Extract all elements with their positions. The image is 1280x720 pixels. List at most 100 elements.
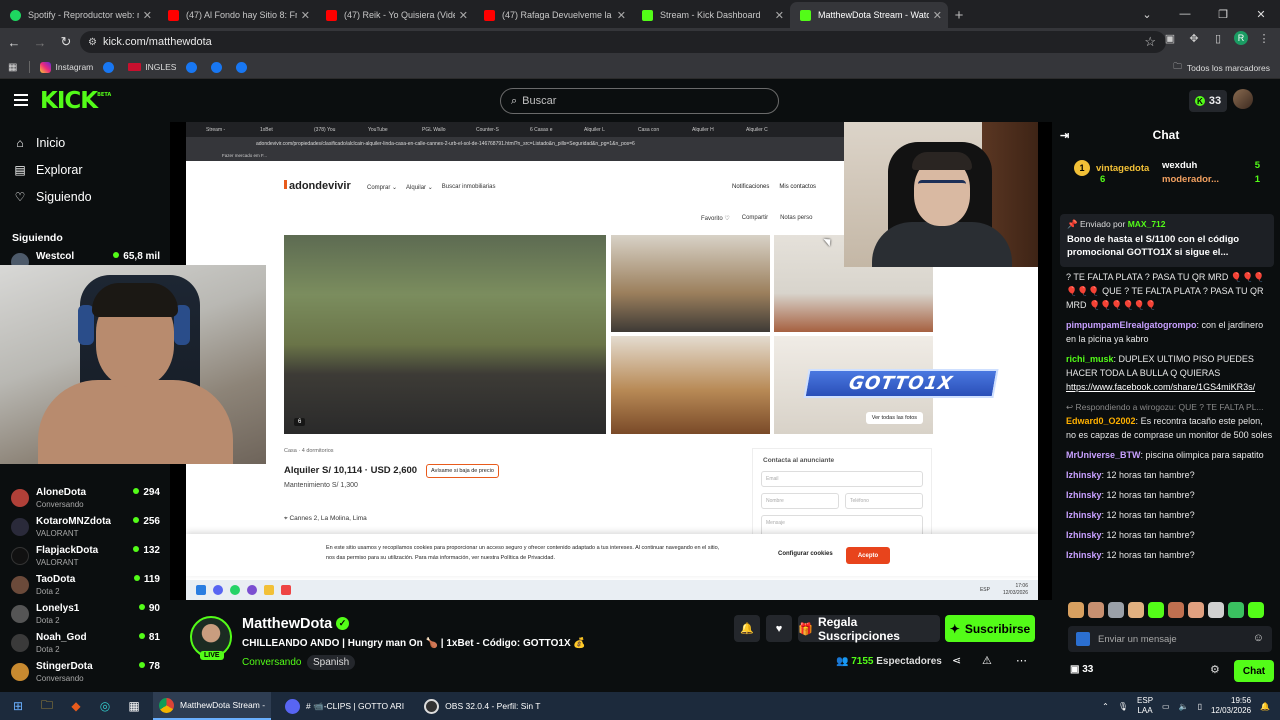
battery-icon[interactable]: ▯ (1198, 702, 1202, 711)
bookmark-star-icon[interactable]: ☆ (1144, 34, 1156, 50)
language-indicator[interactable]: ESP LAA (1137, 696, 1153, 716)
bookmark-facebook[interactable] (211, 61, 226, 73)
forward-icon[interactable]: → (28, 30, 52, 54)
emote-icon[interactable] (1188, 602, 1204, 618)
more-icon[interactable]: ⋯ (1016, 654, 1027, 667)
chat-input[interactable]: Enviar un mensaje ☺ (1068, 626, 1272, 652)
followed-channel[interactable]: TaoDota Dota 2 119 (8, 573, 160, 602)
bookmark-facebook[interactable] (103, 61, 118, 73)
sidebar-item-inicio[interactable]: ⌂ Inicio (0, 129, 170, 156)
browser-tab-active[interactable]: MatthewDota Stream - Watch L✕ (790, 2, 948, 28)
maximize-icon[interactable]: ❐ (1204, 0, 1242, 28)
followed-channel[interactable]: KotaroMNZdota VALORANT 256 (8, 515, 160, 544)
reload-icon[interactable]: ↻ (54, 30, 78, 54)
chevron-up-icon[interactable]: ⌃ (1102, 702, 1109, 711)
channel-points[interactable]: ▣ 33 (1070, 664, 1093, 675)
back-icon[interactable]: ← (2, 30, 26, 54)
emote-icon[interactable] (1168, 602, 1184, 618)
top-gifter[interactable]: wexduh 5 (1162, 160, 1268, 171)
streamer-name[interactable]: MatthewDota (242, 616, 332, 632)
browser-tab[interactable]: (47) Rafaga Devuelveme la Vida✕ (474, 2, 632, 28)
minimize-icon[interactable]: — (1166, 0, 1204, 28)
all-bookmarks[interactable]: 🗀 Todos los marcadores (1173, 61, 1270, 75)
emote-icon[interactable] (1128, 602, 1144, 618)
close-tab-icon[interactable]: ✕ (775, 9, 784, 22)
kick-logo[interactable]: KICKBETA (40, 88, 111, 114)
close-tab-icon[interactable]: ✕ (617, 9, 626, 22)
close-tab-icon[interactable]: ✕ (933, 9, 942, 22)
emote-icon[interactable] (1208, 602, 1224, 618)
chat-link[interactable]: https://www.facebook.com/share/1GS4miKR3… (1066, 382, 1255, 392)
video-player[interactable]: Stream - 1xBet (378) You YouTube PGL Wal… (170, 122, 1052, 600)
notification-bell-icon[interactable]: 🔔 (734, 615, 760, 642)
emote-icon[interactable] (1108, 602, 1124, 618)
emote-icon[interactable] (1228, 602, 1244, 618)
app-icon[interactable]: ◆ (65, 695, 87, 717)
follow-heart-icon[interactable]: ♥ (766, 615, 792, 642)
followed-channel[interactable]: Noah_God Dota 2 81 (8, 631, 160, 660)
browser-tab[interactable]: (47) Al Fondo hay Sitio 8: Franc✕ (158, 2, 316, 28)
report-icon[interactable]: ⚠ (982, 654, 992, 667)
top-gifter[interactable]: moderador... 1 (1162, 174, 1268, 185)
bookmark-instagram[interactable]: Instagram (40, 61, 93, 73)
collapse-chat-icon[interactable]: ⇥ (1060, 129, 1069, 142)
user-avatar[interactable] (1233, 89, 1253, 109)
site-info-icon[interactable]: ⚙ (88, 37, 97, 48)
followed-channel[interactable]: Lonelys1 Dota 2 90 (8, 602, 160, 631)
emoji-picker-icon[interactable]: ☺ (1253, 632, 1264, 644)
profile-avatar[interactable]: R (1234, 31, 1248, 45)
emote-icon[interactable] (1088, 602, 1104, 618)
menu-dots-icon[interactable]: ⋮ (1256, 30, 1272, 46)
chevron-down-icon[interactable]: ⌄ (1128, 0, 1166, 28)
apps-grid-icon[interactable]: ▦ (8, 62, 17, 73)
taskbar-chrome-app[interactable]: MatthewDota Stream - (153, 692, 272, 720)
followed-channel[interactable]: FlapjackDota VALORANT 132 (8, 544, 160, 573)
gear-icon[interactable]: ⚙ (1210, 663, 1220, 676)
windows-start-icon[interactable]: ⊞ (7, 695, 29, 717)
bookmark-facebook[interactable] (186, 61, 201, 73)
media-icon[interactable]: ▣ (1162, 30, 1178, 46)
stream-category[interactable]: Conversando (242, 657, 301, 668)
emote-icon[interactable] (1148, 602, 1164, 618)
taskbar-discord-app[interactable]: # 📹-CLIPS | GOTTO ARI (279, 692, 410, 720)
bookmark-facebook[interactable] (236, 61, 251, 73)
clock[interactable]: 19:56 12/03/2026 (1211, 696, 1251, 716)
store-icon[interactable]: ▦ (123, 695, 145, 717)
file-explorer-icon[interactable]: 🗀 (36, 695, 58, 717)
share-icon[interactable]: ⋖ (952, 654, 961, 667)
hamburger-menu-icon[interactable] (14, 94, 28, 106)
floating-webcam[interactable] (0, 265, 266, 464)
network-icon[interactable]: ▭ (1162, 702, 1170, 711)
search-input[interactable]: ⌕ Buscar (500, 88, 779, 114)
edge-icon[interactable]: ◎ (94, 695, 116, 717)
bookmark-ingles[interactable]: INGLES (128, 62, 176, 72)
gift-subscriptions-button[interactable]: 🎁 Regala Suscripciones (798, 615, 940, 643)
kicks-balance-button[interactable]: K 33 (1189, 90, 1227, 112)
microphone-icon[interactable]: 🎙 (1118, 702, 1128, 711)
taskbar-obs-app[interactable]: OBS 32.0.4 - Perfil: Sin T (418, 692, 546, 720)
top-gifter[interactable]: 1 vintagedota 6 (1074, 160, 1149, 185)
language-tag[interactable]: Spanish (307, 655, 356, 670)
sidebar-item-explorar[interactable]: ▤ Explorar (0, 156, 170, 183)
extensions-icon[interactable]: ✥ (1186, 30, 1202, 46)
followed-channel[interactable]: AloneDota Conversando 294 (8, 486, 160, 515)
subscribe-button[interactable]: ✦ Suscribirse (945, 615, 1035, 642)
pinned-message[interactable]: 📌 Enviado por MAX_712 Bono de hasta el S… (1060, 214, 1274, 267)
url-input[interactable]: ⚙ kick.com/matthewdota ☆ (80, 31, 1166, 53)
close-tab-icon[interactable]: ✕ (143, 9, 152, 22)
browser-tab[interactable]: Stream - Kick Dashboard ✕ (632, 2, 790, 28)
volume-icon[interactable]: 🔈 (1179, 702, 1189, 711)
sidebar-item-siguiendo[interactable]: ♡ Siguiendo (0, 183, 170, 210)
send-chat-button[interactable]: Chat (1234, 660, 1274, 682)
emote-icon[interactable] (1068, 602, 1084, 618)
close-tab-icon[interactable]: ✕ (301, 9, 310, 22)
emote-icon[interactable] (1248, 602, 1264, 618)
browser-tab[interactable]: (47) Reik - Yo Quisiera (Video) ✕ (316, 2, 474, 28)
notifications-icon[interactable]: 🔔 (1260, 702, 1270, 711)
close-tab-icon[interactable]: ✕ (459, 9, 468, 22)
sidepanel-icon[interactable]: ▯ (1210, 30, 1226, 46)
followed-channel[interactable]: StingerDota Conversando 78 (8, 660, 160, 689)
new-tab-button[interactable]: + (948, 2, 970, 28)
close-icon[interactable]: ✕ (1242, 0, 1280, 28)
browser-tab[interactable]: Spotify - Reproductor web: mú ✕ (0, 2, 158, 28)
